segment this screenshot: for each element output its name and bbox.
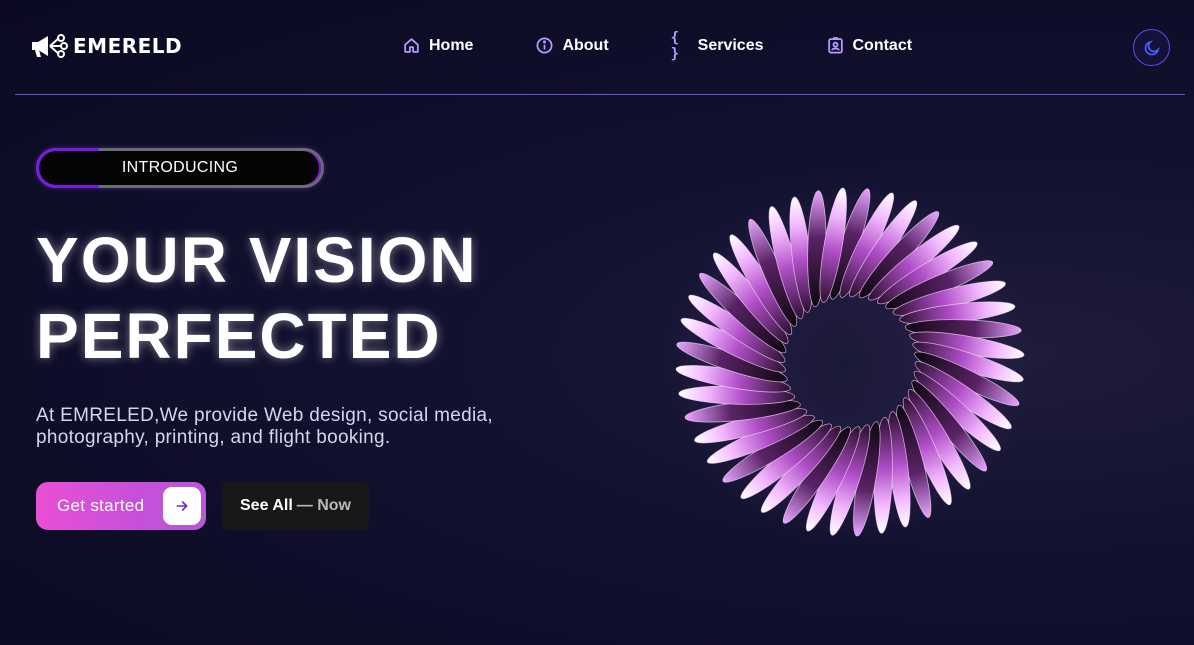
see-all-button[interactable]: See All — Now bbox=[222, 482, 369, 530]
nav-item-services[interactable]: { } Services bbox=[670, 29, 764, 62]
braces-icon: { } bbox=[670, 29, 680, 62]
get-started-button[interactable]: Get started bbox=[36, 482, 206, 530]
headline-line-1: YOUR VISION bbox=[36, 224, 478, 296]
arrow-right-icon bbox=[163, 487, 201, 525]
brand-logo[interactable]: EMERELD bbox=[30, 33, 182, 59]
nav-item-label: Contact bbox=[852, 36, 913, 54]
nav-item-contact[interactable]: Contact bbox=[826, 36, 913, 55]
nav-item-label: Services bbox=[697, 36, 764, 54]
nav-item-about[interactable]: About bbox=[535, 36, 609, 55]
moon-icon bbox=[1144, 39, 1160, 55]
info-icon bbox=[535, 36, 554, 55]
nav-item-home[interactable]: Home bbox=[402, 36, 473, 55]
main-nav: Home About { } Services Contact bbox=[402, 29, 974, 62]
see-all-label: See All bbox=[240, 497, 293, 514]
see-all-suffix: — Now bbox=[296, 497, 351, 514]
theme-toggle-button[interactable] bbox=[1133, 29, 1170, 66]
megaphone-network-icon bbox=[32, 34, 68, 58]
contact-card-icon bbox=[826, 36, 845, 55]
get-started-label: Get started bbox=[57, 496, 145, 515]
hero-description: At EMRELED,We provide Web design, social… bbox=[36, 405, 493, 448]
nav-item-label: About bbox=[562, 36, 609, 54]
iridescent-torus-illustration bbox=[670, 182, 1030, 542]
nav-divider bbox=[15, 94, 1185, 95]
headline-line-2: PERFECTED bbox=[36, 300, 442, 372]
brand-name: EMERELD bbox=[73, 34, 183, 58]
home-icon bbox=[402, 36, 421, 55]
top-navigation: EMERELD Home About { } Services Contact bbox=[0, 0, 1194, 95]
hero-headline: YOUR VISION PERFECTED bbox=[36, 222, 556, 374]
introducing-badge: INTRODUCING bbox=[36, 148, 324, 188]
nav-item-label: Home bbox=[429, 36, 474, 54]
